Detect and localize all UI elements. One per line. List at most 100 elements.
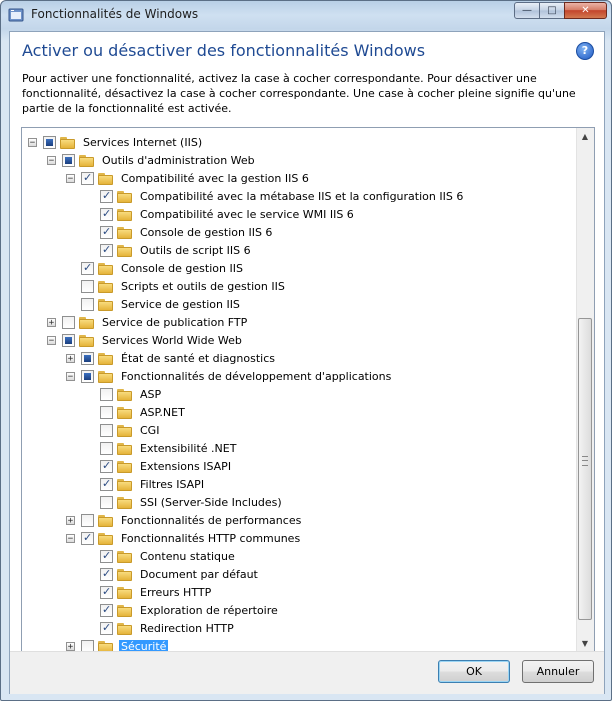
expand-icon[interactable]: +: [47, 317, 56, 327]
tree-item-label[interactable]: Contenu statique: [138, 550, 237, 563]
collapse-icon[interactable]: −: [66, 173, 75, 183]
feature-checkbox[interactable]: [62, 153, 75, 167]
tree-item-label[interactable]: SSI (Server-Side Includes): [138, 496, 284, 509]
feature-checkbox[interactable]: [81, 171, 94, 185]
tree-item[interactable]: − Fonctionnalités HTTP communes: [66, 529, 302, 547]
feature-checkbox[interactable]: [81, 297, 94, 311]
feature-checkbox[interactable]: [100, 207, 113, 221]
tree-item-label[interactable]: Compatibilité avec le service WMI IIS 6: [138, 208, 356, 221]
tree-item[interactable]: Console de gestion IIS 6: [85, 223, 274, 241]
tree-item[interactable]: Outils de script IIS 6: [85, 241, 253, 259]
feature-checkbox[interactable]: [62, 315, 75, 329]
tree-item[interactable]: − Fonctionnalités de développement d'appl…: [66, 367, 393, 385]
tree-item-label[interactable]: Exploration de répertoire: [138, 604, 280, 617]
feature-checkbox[interactable]: [100, 189, 113, 203]
tree-item[interactable]: Compatibilité avec le service WMI IIS 6: [85, 205, 356, 223]
feature-checkbox[interactable]: [81, 531, 94, 545]
tree-item[interactable]: Erreurs HTTP: [85, 583, 213, 601]
tree-item[interactable]: Scripts et outils de gestion IIS: [66, 277, 287, 295]
tree-item-label[interactable]: Console de gestion IIS 6: [138, 226, 274, 239]
feature-checkbox[interactable]: [100, 243, 113, 257]
feature-checkbox[interactable]: [81, 369, 94, 383]
feature-checkbox[interactable]: [100, 441, 113, 455]
tree-item[interactable]: − Services World Wide Web: [47, 331, 244, 349]
tree-item[interactable]: Extensibilité .NET: [85, 439, 238, 457]
tree-item-label[interactable]: Services World Wide Web: [100, 334, 244, 347]
ok-button[interactable]: OK: [438, 660, 510, 683]
feature-checkbox[interactable]: [43, 135, 56, 149]
feature-checkbox[interactable]: [100, 567, 113, 581]
tree-item[interactable]: Exploration de répertoire: [85, 601, 280, 619]
tree-item-label[interactable]: ASP: [138, 388, 163, 401]
tree-item-label[interactable]: Fonctionnalités HTTP communes: [119, 532, 302, 545]
collapse-icon[interactable]: −: [47, 155, 56, 165]
tree-item-label[interactable]: ASP.NET: [138, 406, 187, 419]
tree-item[interactable]: ASP.NET: [85, 403, 187, 421]
tree-item[interactable]: SSI (Server-Side Includes): [85, 493, 284, 511]
tree-item-label[interactable]: Erreurs HTTP: [138, 586, 213, 599]
tree-item[interactable]: Contenu statique: [85, 547, 237, 565]
tree-item[interactable]: − Compatibilité avec la gestion IIS 6: [66, 169, 311, 187]
tree-item-label[interactable]: Extensibilité .NET: [138, 442, 238, 455]
tree-item-label[interactable]: État de santé et diagnostics: [119, 352, 277, 365]
tree-item[interactable]: CGI: [85, 421, 161, 439]
feature-checkbox[interactable]: [81, 351, 94, 365]
tree-item[interactable]: + État de santé et diagnostics: [66, 349, 277, 367]
tree-item-label[interactable]: Fonctionnalités de développement d'appli…: [119, 370, 393, 383]
feature-checkbox[interactable]: [100, 477, 113, 491]
tree-item-label[interactable]: Redirection HTTP: [138, 622, 236, 635]
expand-icon[interactable]: +: [66, 353, 75, 363]
tree-item[interactable]: Compatibilité avec la métabase IIS et la…: [85, 187, 465, 205]
title-bar[interactable]: Fonctionnalités de Windows — □ ✕: [1, 1, 611, 31]
tree-item-label[interactable]: Service de publication FTP: [100, 316, 249, 329]
tree-item[interactable]: − Services Internet (IIS): [28, 133, 204, 151]
tree-item-label[interactable]: Extensions ISAPI: [138, 460, 233, 473]
feature-checkbox[interactable]: [81, 279, 94, 293]
tree-item-label[interactable]: Compatibilité avec la métabase IIS et la…: [138, 190, 465, 203]
expand-icon[interactable]: +: [66, 515, 75, 525]
scroll-up-button[interactable]: ▲: [577, 128, 593, 145]
tree-item[interactable]: − Outils d'administration Web: [47, 151, 257, 169]
feature-checkbox[interactable]: [100, 225, 113, 239]
feature-checkbox[interactable]: [81, 513, 94, 527]
tree-item[interactable]: Redirection HTTP: [85, 619, 236, 637]
feature-checkbox[interactable]: [100, 459, 113, 473]
tree-item-label[interactable]: Filtres ISAPI: [138, 478, 206, 491]
tree-item-label[interactable]: Scripts et outils de gestion IIS: [119, 280, 287, 293]
tree-item[interactable]: Service de gestion IIS: [66, 295, 242, 313]
tree-item[interactable]: + Fonctionnalités de performances: [66, 511, 303, 529]
tree-item[interactable]: Document par défaut: [85, 565, 260, 583]
feature-checkbox[interactable]: [100, 405, 113, 419]
collapse-icon[interactable]: −: [66, 533, 75, 543]
collapse-icon[interactable]: −: [66, 371, 75, 381]
scroll-down-button[interactable]: ▼: [577, 635, 593, 652]
feature-checkbox[interactable]: [81, 261, 94, 275]
tree-item[interactable]: + Service de publication FTP: [47, 313, 249, 331]
tree-item-label[interactable]: Compatibilité avec la gestion IIS 6: [119, 172, 311, 185]
feature-checkbox[interactable]: [100, 495, 113, 509]
cancel-button[interactable]: Annuler: [522, 660, 594, 683]
feature-checkbox[interactable]: [62, 333, 75, 347]
features-tree[interactable]: − Services Internet (IIS) − Outils d'admini…: [21, 127, 595, 653]
tree-item[interactable]: Filtres ISAPI: [85, 475, 206, 493]
tree-item-label[interactable]: Console de gestion IIS: [119, 262, 245, 275]
tree-item-label[interactable]: Outils de script IIS 6: [138, 244, 253, 257]
minimize-button[interactable]: —: [514, 2, 540, 19]
scroll-thumb[interactable]: [578, 318, 592, 620]
tree-item[interactable]: ASP: [85, 385, 163, 403]
collapse-icon[interactable]: −: [28, 137, 37, 147]
feature-checkbox[interactable]: [100, 621, 113, 635]
feature-checkbox[interactable]: [100, 387, 113, 401]
collapse-icon[interactable]: −: [47, 335, 56, 345]
tree-item-label[interactable]: Outils d'administration Web: [100, 154, 257, 167]
tree-item-label[interactable]: Service de gestion IIS: [119, 298, 242, 311]
feature-checkbox[interactable]: [100, 603, 113, 617]
maximize-button[interactable]: □: [539, 2, 565, 19]
feature-checkbox[interactable]: [100, 549, 113, 563]
expand-icon[interactable]: +: [66, 641, 75, 651]
tree-item-label[interactable]: CGI: [138, 424, 161, 437]
help-icon[interactable]: ?: [576, 42, 594, 60]
feature-checkbox[interactable]: [100, 423, 113, 437]
tree-item[interactable]: Extensions ISAPI: [85, 457, 233, 475]
feature-checkbox[interactable]: [100, 585, 113, 599]
